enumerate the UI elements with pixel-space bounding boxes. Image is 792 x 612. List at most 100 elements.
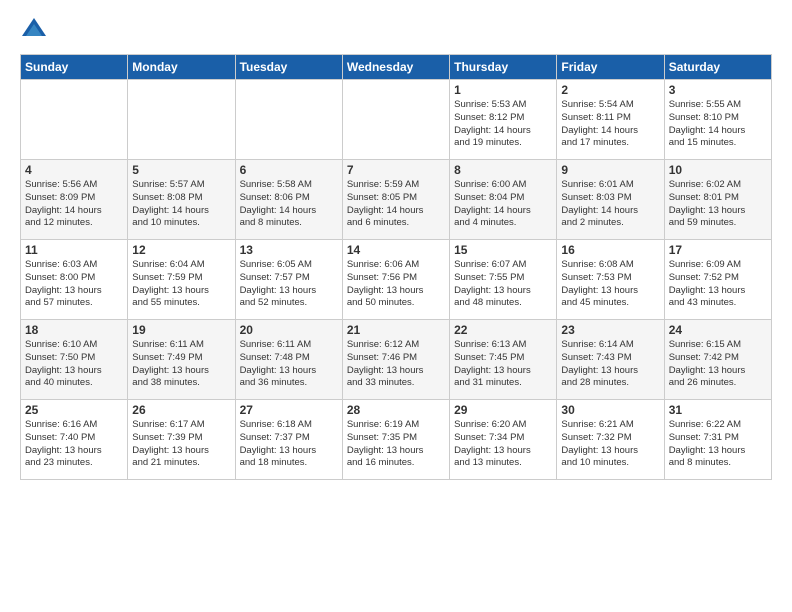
- day-info: Sunrise: 6:22 AM Sunset: 7:31 PM Dayligh…: [669, 419, 767, 470]
- day-number: 30: [561, 403, 659, 417]
- day-info: Sunrise: 6:04 AM Sunset: 7:59 PM Dayligh…: [132, 259, 230, 310]
- day-info: Sunrise: 5:56 AM Sunset: 8:09 PM Dayligh…: [25, 179, 123, 230]
- day-number: 19: [132, 323, 230, 337]
- day-info: Sunrise: 6:09 AM Sunset: 7:52 PM Dayligh…: [669, 259, 767, 310]
- day-info: Sunrise: 5:53 AM Sunset: 8:12 PM Dayligh…: [454, 99, 552, 150]
- day-info: Sunrise: 6:06 AM Sunset: 7:56 PM Dayligh…: [347, 259, 445, 310]
- calendar-cell: [235, 80, 342, 160]
- weekday-header-row: SundayMondayTuesdayWednesdayThursdayFrid…: [21, 55, 772, 80]
- day-number: 22: [454, 323, 552, 337]
- calendar-cell: [21, 80, 128, 160]
- day-info: Sunrise: 5:55 AM Sunset: 8:10 PM Dayligh…: [669, 99, 767, 150]
- week-row-4: 18Sunrise: 6:10 AM Sunset: 7:50 PM Dayli…: [21, 320, 772, 400]
- calendar-cell: 26Sunrise: 6:17 AM Sunset: 7:39 PM Dayli…: [128, 400, 235, 480]
- logo: [20, 16, 52, 44]
- day-number: 6: [240, 163, 338, 177]
- calendar-cell: 22 Sunrise: 6:13 AM Sunset: 7:45 PM Dayli…: [450, 320, 557, 400]
- day-info: Sunrise: 6:18 AM Sunset: 7:37 PM Dayligh…: [240, 419, 338, 470]
- weekday-header-saturday: Saturday: [664, 55, 771, 80]
- day-info: Sunrise: 6:19 AM Sunset: 7:35 PM Dayligh…: [347, 419, 445, 470]
- calendar-cell: 2Sunrise: 5:54 AM Sunset: 8:11 PM Daylig…: [557, 80, 664, 160]
- weekday-header-friday: Friday: [557, 55, 664, 80]
- day-number: 17: [669, 243, 767, 257]
- calendar-cell: 24 Sunrise: 6:15 AM Sunset: 7:42 PM Dayli…: [664, 320, 771, 400]
- day-number: 10: [669, 163, 767, 177]
- weekday-header-sunday: Sunday: [21, 55, 128, 80]
- calendar-cell: 11Sunrise: 6:03 AM Sunset: 8:00 PM Dayli…: [21, 240, 128, 320]
- day-number: 16: [561, 243, 659, 257]
- calendar-cell: 13Sunrise: 6:05 AM Sunset: 7:57 PM Dayli…: [235, 240, 342, 320]
- logo-icon: [20, 16, 48, 44]
- calendar-cell: 27 Sunrise: 6:18 AM Sunset: 7:37 PM Dayli…: [235, 400, 342, 480]
- calendar-cell: 1Sunrise: 5:53 AM Sunset: 8:12 PM Daylig…: [450, 80, 557, 160]
- week-row-3: 11Sunrise: 6:03 AM Sunset: 8:00 PM Dayli…: [21, 240, 772, 320]
- day-number: 3: [669, 83, 767, 97]
- day-info: Sunrise: 5:58 AM Sunset: 8:06 PM Dayligh…: [240, 179, 338, 230]
- day-info: Sunrise: 6:08 AM Sunset: 7:53 PM Dayligh…: [561, 259, 659, 310]
- calendar-cell: 17 Sunrise: 6:09 AM Sunset: 7:52 PM Dayli…: [664, 240, 771, 320]
- calendar-cell: 5 Sunrise: 5:57 AM Sunset: 8:08 PM Daylig…: [128, 160, 235, 240]
- calendar-cell: 28 Sunrise: 6:19 AM Sunset: 7:35 PM Dayli…: [342, 400, 449, 480]
- day-number: 24: [669, 323, 767, 337]
- week-row-5: 25 Sunrise: 6:16 AM Sunset: 7:40 PM Dayli…: [21, 400, 772, 480]
- calendar-cell: 9 Sunrise: 6:01 AM Sunset: 8:03 PM Daylig…: [557, 160, 664, 240]
- weekday-header-tuesday: Tuesday: [235, 55, 342, 80]
- calendar-cell: 12 Sunrise: 6:04 AM Sunset: 7:59 PM Dayli…: [128, 240, 235, 320]
- day-number: 14: [347, 243, 445, 257]
- calendar-cell: 10Sunrise: 6:02 AM Sunset: 8:01 PM Dayli…: [664, 160, 771, 240]
- day-info: Sunrise: 6:10 AM Sunset: 7:50 PM Dayligh…: [25, 339, 123, 390]
- day-info: Sunrise: 6:07 AM Sunset: 7:55 PM Dayligh…: [454, 259, 552, 310]
- calendar-cell: 8Sunrise: 6:00 AM Sunset: 8:04 PM Daylig…: [450, 160, 557, 240]
- calendar-cell: 30 Sunrise: 6:21 AM Sunset: 7:32 PM Dayli…: [557, 400, 664, 480]
- day-info: Sunrise: 6:12 AM Sunset: 7:46 PM Dayligh…: [347, 339, 445, 390]
- day-number: 7: [347, 163, 445, 177]
- calendar-cell: 21 Sunrise: 6:12 AM Sunset: 7:46 PM Dayli…: [342, 320, 449, 400]
- day-number: 15: [454, 243, 552, 257]
- day-info: Sunrise: 6:15 AM Sunset: 7:42 PM Dayligh…: [669, 339, 767, 390]
- day-number: 26: [132, 403, 230, 417]
- calendar-cell: 15 Sunrise: 6:07 AM Sunset: 7:55 PM Dayli…: [450, 240, 557, 320]
- day-info: Sunrise: 6:16 AM Sunset: 7:40 PM Dayligh…: [25, 419, 123, 470]
- day-info: Sunrise: 6:21 AM Sunset: 7:32 PM Dayligh…: [561, 419, 659, 470]
- day-number: 5: [132, 163, 230, 177]
- calendar-cell: 14 Sunrise: 6:06 AM Sunset: 7:56 PM Dayli…: [342, 240, 449, 320]
- calendar-cell: [128, 80, 235, 160]
- calendar-cell: 3 Sunrise: 5:55 AM Sunset: 8:10 PM Daylig…: [664, 80, 771, 160]
- calendar-cell: 23 Sunrise: 6:14 AM Sunset: 7:43 PM Dayli…: [557, 320, 664, 400]
- day-info: Sunrise: 6:03 AM Sunset: 8:00 PM Dayligh…: [25, 259, 123, 310]
- calendar-cell: 4 Sunrise: 5:56 AM Sunset: 8:09 PM Daylig…: [21, 160, 128, 240]
- day-number: 13: [240, 243, 338, 257]
- day-number: 2: [561, 83, 659, 97]
- day-info: Sunrise: 6:13 AM Sunset: 7:45 PM Dayligh…: [454, 339, 552, 390]
- day-number: 27: [240, 403, 338, 417]
- page: SundayMondayTuesdayWednesdayThursdayFrid…: [0, 0, 792, 612]
- weekday-header-wednesday: Wednesday: [342, 55, 449, 80]
- day-number: 31: [669, 403, 767, 417]
- day-info: Sunrise: 6:14 AM Sunset: 7:43 PM Dayligh…: [561, 339, 659, 390]
- calendar-cell: 18Sunrise: 6:10 AM Sunset: 7:50 PM Dayli…: [21, 320, 128, 400]
- calendar-cell: 19 Sunrise: 6:11 AM Sunset: 7:49 PM Dayli…: [128, 320, 235, 400]
- day-number: 28: [347, 403, 445, 417]
- day-info: Sunrise: 6:20 AM Sunset: 7:34 PM Dayligh…: [454, 419, 552, 470]
- header: [20, 16, 772, 44]
- calendar-cell: 29 Sunrise: 6:20 AM Sunset: 7:34 PM Dayli…: [450, 400, 557, 480]
- day-info: Sunrise: 5:57 AM Sunset: 8:08 PM Dayligh…: [132, 179, 230, 230]
- calendar-cell: 7 Sunrise: 5:59 AM Sunset: 8:05 PM Daylig…: [342, 160, 449, 240]
- day-info: Sunrise: 6:00 AM Sunset: 8:04 PM Dayligh…: [454, 179, 552, 230]
- weekday-header-thursday: Thursday: [450, 55, 557, 80]
- day-number: 25: [25, 403, 123, 417]
- day-info: Sunrise: 5:59 AM Sunset: 8:05 PM Dayligh…: [347, 179, 445, 230]
- day-number: 21: [347, 323, 445, 337]
- day-number: 20: [240, 323, 338, 337]
- day-number: 12: [132, 243, 230, 257]
- calendar-cell: 6 Sunrise: 5:58 AM Sunset: 8:06 PM Daylig…: [235, 160, 342, 240]
- day-number: 4: [25, 163, 123, 177]
- day-info: Sunrise: 6:01 AM Sunset: 8:03 PM Dayligh…: [561, 179, 659, 230]
- week-row-2: 4 Sunrise: 5:56 AM Sunset: 8:09 PM Daylig…: [21, 160, 772, 240]
- calendar-cell: 16 Sunrise: 6:08 AM Sunset: 7:53 PM Dayli…: [557, 240, 664, 320]
- day-info: Sunrise: 6:11 AM Sunset: 7:49 PM Dayligh…: [132, 339, 230, 390]
- day-number: 9: [561, 163, 659, 177]
- day-number: 29: [454, 403, 552, 417]
- day-number: 23: [561, 323, 659, 337]
- calendar: SundayMondayTuesdayWednesdayThursdayFrid…: [20, 54, 772, 480]
